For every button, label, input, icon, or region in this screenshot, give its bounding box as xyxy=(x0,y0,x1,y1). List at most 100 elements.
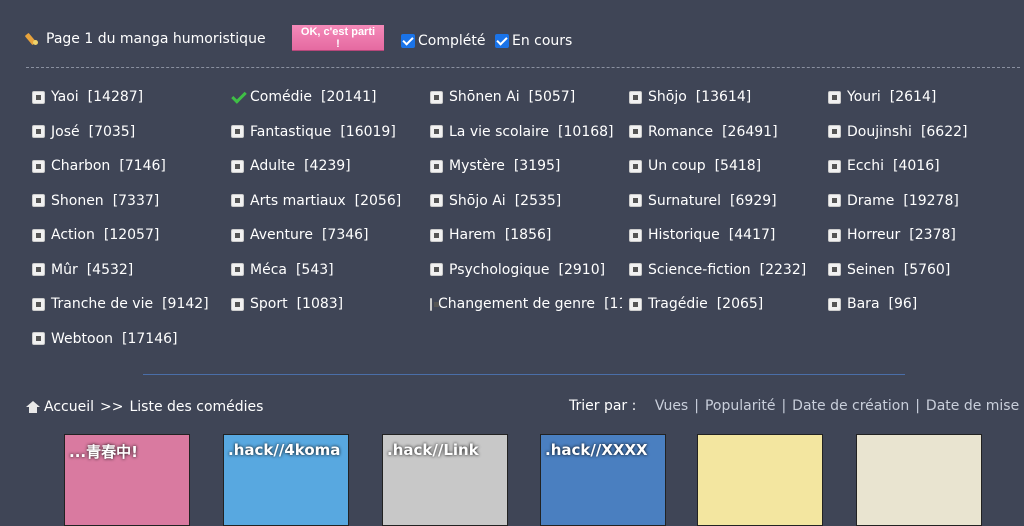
genre-label[interactable]: Action xyxy=(51,227,95,243)
genre-item[interactable]: Surnaturel [6929] xyxy=(629,193,777,209)
manga-cover[interactable]: .hack//Link xyxy=(382,434,508,526)
checkbox-icon[interactable] xyxy=(430,228,443,242)
ongoing-checkbox[interactable] xyxy=(495,34,509,48)
genre-item[interactable]: Harem [1856] xyxy=(430,227,551,243)
genre-label[interactable]: Horreur xyxy=(847,227,900,243)
genre-item[interactable]: Sport [1083] xyxy=(231,296,343,312)
genre-item[interactable]: Shōnen Ai [5057] xyxy=(430,89,575,105)
genre-label[interactable]: Arts martiaux xyxy=(250,193,346,209)
manga-cover[interactable] xyxy=(697,434,823,526)
sort-option-updated[interactable]: Date de mise à jour xyxy=(926,398,1024,414)
genre-label[interactable]: Mystère xyxy=(449,158,505,174)
checkbox-icon[interactable] xyxy=(828,228,841,242)
checkbox-icon[interactable] xyxy=(231,228,244,242)
manga-cover[interactable]: ...青春中! xyxy=(64,434,190,526)
manga-cover[interactable]: .hack//4koma xyxy=(223,434,349,526)
checkbox-icon[interactable] xyxy=(32,90,45,104)
checkbox-icon[interactable] xyxy=(629,297,642,311)
genre-item[interactable]: José [7035] xyxy=(32,124,135,140)
genre-label[interactable]: Shōjo Ai xyxy=(449,193,506,209)
checkbox-icon[interactable] xyxy=(430,90,443,104)
genre-label[interactable]: Yaoi xyxy=(51,89,79,105)
genre-item[interactable]: Fantastique [16019] xyxy=(231,124,396,140)
checkbox-icon[interactable] xyxy=(430,263,443,276)
genre-item[interactable]: Mûr [4532] xyxy=(32,262,133,278)
checkbox-icon[interactable] xyxy=(828,263,841,276)
genre-item[interactable]: Horreur [2378] xyxy=(828,227,956,243)
genre-label[interactable]: Drame xyxy=(847,193,894,209)
checkbox-icon[interactable] xyxy=(629,90,642,104)
checkbox-icon[interactable] xyxy=(32,159,45,173)
genre-item[interactable]: Science-fiction [2232] xyxy=(629,262,806,278)
home-icon[interactable] xyxy=(26,401,40,413)
genre-label[interactable]: Charbon xyxy=(51,158,110,174)
checkbox-icon[interactable] xyxy=(430,125,443,138)
check-icon[interactable] xyxy=(231,91,244,104)
genre-item[interactable]: Ecchi [4016] xyxy=(828,158,940,174)
submit-button[interactable]: OK, c'est parti ! xyxy=(292,25,384,50)
genre-item[interactable]: Charbon [7146] xyxy=(32,158,166,174)
checkbox-icon[interactable] xyxy=(828,90,841,104)
genre-label[interactable]: Fantastique xyxy=(250,124,331,140)
genre-label[interactable]: Surnaturel xyxy=(648,193,721,209)
genre-label[interactable]: Historique xyxy=(648,227,720,243)
genre-item[interactable]: Psychologique [2910] xyxy=(430,262,605,278)
genre-item[interactable]: Shōjo Ai [2535] xyxy=(430,193,561,209)
checkbox-icon[interactable] xyxy=(629,263,642,276)
genre-item[interactable]: Shōjo [13614] xyxy=(629,89,751,105)
genre-label[interactable]: Mûr xyxy=(51,262,78,278)
genre-item[interactable]: Tranche de vie [9142] xyxy=(32,296,209,312)
genre-label[interactable]: José xyxy=(51,124,80,140)
sort-option-views[interactable]: Vues xyxy=(655,398,688,414)
genre-label[interactable]: Aventure xyxy=(250,227,313,243)
genre-item[interactable]: Seinen [5760] xyxy=(828,262,950,278)
checkbox-icon[interactable] xyxy=(231,159,244,173)
genre-label[interactable]: Science-fiction xyxy=(648,262,751,278)
checkbox-icon[interactable] xyxy=(430,159,443,173)
checkbox-icon[interactable] xyxy=(828,125,841,138)
checkbox-icon[interactable] xyxy=(430,297,439,311)
genre-label[interactable]: Tragédie xyxy=(648,296,708,312)
genre-label[interactable]: Doujinshi xyxy=(847,124,912,140)
genre-item[interactable]: Youri [2614] xyxy=(828,89,936,105)
checkbox-icon[interactable] xyxy=(828,297,841,311)
genre-item[interactable]: Tragédie [2065] xyxy=(629,296,763,312)
checkbox-icon[interactable] xyxy=(828,159,841,173)
genre-item[interactable]: Aventure [7346] xyxy=(231,227,369,243)
genre-label[interactable]: Webtoon xyxy=(51,331,113,347)
genre-label[interactable]: Harem xyxy=(449,227,496,243)
manga-cover[interactable] xyxy=(856,434,982,526)
completed-checkbox[interactable] xyxy=(401,34,415,48)
checkbox-icon[interactable] xyxy=(231,125,244,138)
sort-option-created[interactable]: Date de création xyxy=(792,398,909,414)
sort-option-popularity[interactable]: Popularité xyxy=(705,398,776,414)
breadcrumb-home[interactable]: Accueil xyxy=(44,399,94,415)
genre-label[interactable]: Ecchi xyxy=(847,158,884,174)
genre-item[interactable]: Arts martiaux [2056] xyxy=(231,193,401,209)
genre-label[interactable]: Romance xyxy=(648,124,713,140)
checkbox-icon[interactable] xyxy=(231,194,244,207)
genre-label[interactable]: Psychologique xyxy=(449,262,550,278)
checkbox-icon[interactable] xyxy=(629,194,642,207)
checkbox-icon[interactable] xyxy=(32,297,45,311)
genre-label[interactable]: Youri xyxy=(847,89,881,105)
genre-item[interactable]: Méca [543] xyxy=(231,262,334,278)
checkbox-icon[interactable] xyxy=(430,194,443,207)
genre-item[interactable]: Comédie [20141] xyxy=(231,89,376,105)
genre-label[interactable]: Sport xyxy=(250,296,288,312)
genre-label[interactable]: La vie scolaire xyxy=(449,124,549,140)
genre-item[interactable]: Un coup [5418] xyxy=(629,158,761,174)
ongoing-filter[interactable]: En cours xyxy=(495,33,572,49)
genre-item[interactable]: Shonen [7337] xyxy=(32,193,159,209)
genre-item[interactable]: Doujinshi [6622] xyxy=(828,124,968,140)
checkbox-icon[interactable] xyxy=(231,263,244,276)
genre-item[interactable]: Historique [4417] xyxy=(629,227,775,243)
genre-item[interactable]: Yaoi [14287] xyxy=(32,89,143,105)
genre-label[interactable]: Seinen xyxy=(847,262,895,278)
checkbox-icon[interactable] xyxy=(32,332,45,345)
genre-label[interactable]: Changement de genre xyxy=(438,296,595,312)
checkbox-icon[interactable] xyxy=(828,194,841,207)
checkbox-icon[interactable] xyxy=(629,228,642,242)
checkbox-icon[interactable] xyxy=(629,159,642,173)
genre-label[interactable]: Comédie xyxy=(250,89,312,105)
